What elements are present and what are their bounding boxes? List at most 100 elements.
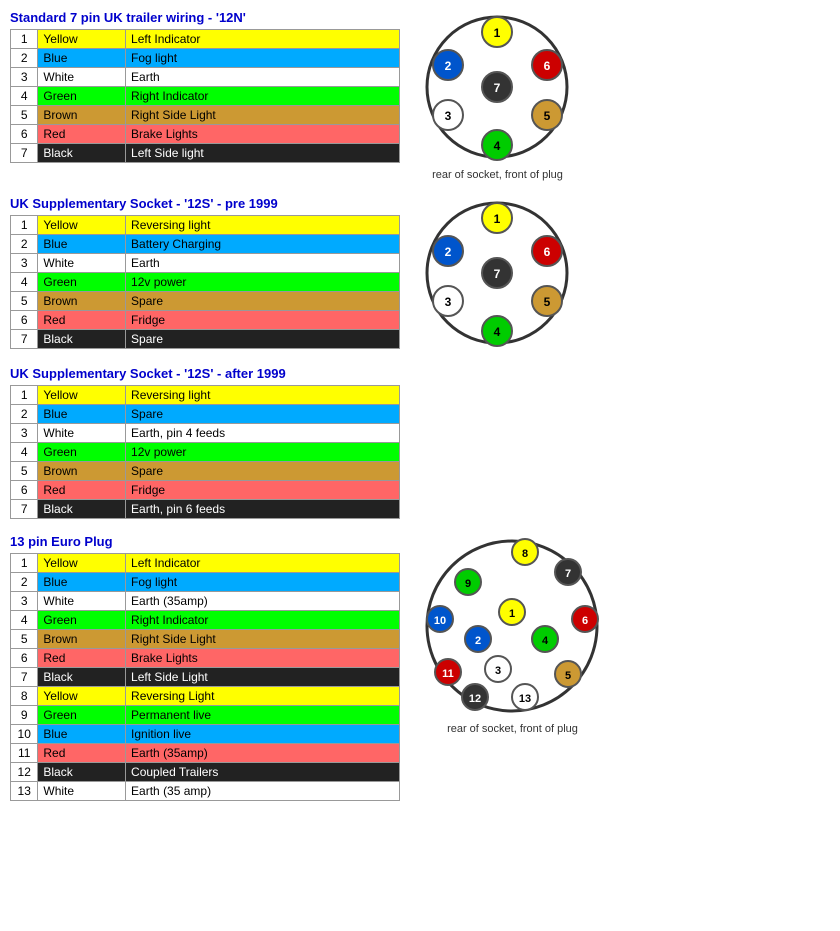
desc-cell: Earth, pin 6 feeds bbox=[126, 500, 400, 519]
table-row: 6RedFridge bbox=[11, 311, 400, 330]
svg-text:3: 3 bbox=[495, 665, 501, 677]
color-cell: Green bbox=[38, 706, 126, 725]
table-row: 4GreenRight Indicator bbox=[11, 87, 400, 106]
desc-cell: Spare bbox=[126, 405, 400, 424]
table-13pin: 1YellowLeft Indicator 2BlueFog light 3Wh… bbox=[10, 553, 400, 801]
desc-cell: Left Side Light bbox=[126, 668, 400, 687]
color-cell: Yellow bbox=[38, 386, 126, 405]
title-13pin: 13 pin Euro Plug bbox=[10, 534, 400, 549]
table-row: 5BrownSpare bbox=[11, 462, 400, 481]
desc-cell: Brake Lights bbox=[126, 125, 400, 144]
table-row: 9GreenPermanent live bbox=[11, 706, 400, 725]
desc-cell: Fog light bbox=[126, 573, 400, 592]
desc-cell: Ignition live bbox=[126, 725, 400, 744]
pin-num: 2 bbox=[11, 49, 38, 68]
pin-num: 7 bbox=[11, 668, 38, 687]
pin-num: 4 bbox=[11, 611, 38, 630]
table-row: 3WhiteEarth bbox=[11, 68, 400, 87]
color-cell: Blue bbox=[38, 49, 126, 68]
desc-cell: Brake Lights bbox=[126, 649, 400, 668]
svg-text:1: 1 bbox=[494, 26, 501, 40]
desc-cell: Earth, pin 4 feeds bbox=[126, 424, 400, 443]
svg-text:7: 7 bbox=[494, 81, 501, 95]
desc-cell: Right Side Light bbox=[126, 106, 400, 125]
pin-num: 3 bbox=[11, 592, 38, 611]
svg-text:2: 2 bbox=[445, 245, 452, 259]
pin-num: 12 bbox=[11, 763, 38, 782]
color-cell: Black bbox=[38, 144, 126, 163]
svg-text:5: 5 bbox=[544, 109, 551, 123]
table-12s-pre: 1YellowReversing light 2BlueBattery Char… bbox=[10, 215, 400, 349]
desc-cell: Left Indicator bbox=[126, 30, 400, 49]
color-cell: Black bbox=[38, 330, 126, 349]
table-row: 6RedBrake Lights bbox=[11, 125, 400, 144]
desc-cell: Battery Charging bbox=[126, 235, 400, 254]
desc-cell: Coupled Trailers bbox=[126, 763, 400, 782]
svg-text:5: 5 bbox=[565, 670, 571, 682]
table-12n: 1YellowLeft Indicator 2BlueFog light 3Wh… bbox=[10, 29, 400, 163]
diagram-label-13pin: rear of socket, front of plug bbox=[447, 723, 578, 735]
color-cell: Blue bbox=[38, 235, 126, 254]
pin-num: 7 bbox=[11, 144, 38, 163]
pin-num: 5 bbox=[11, 292, 38, 311]
table-row: 7BlackLeft Side light bbox=[11, 144, 400, 163]
svg-text:4: 4 bbox=[494, 325, 501, 339]
title-12n: Standard 7 pin UK trailer wiring - '12N' bbox=[10, 10, 400, 25]
table-row: 4Green12v power bbox=[11, 443, 400, 462]
pin-num: 3 bbox=[11, 254, 38, 273]
pin-num: 1 bbox=[11, 30, 38, 49]
color-cell: Blue bbox=[38, 725, 126, 744]
table-row: 4GreenRight Indicator bbox=[11, 611, 400, 630]
table-row: 7BlackLeft Side Light bbox=[11, 668, 400, 687]
diagram-7pin-12n: 1 2 6 7 3 5 4 rear of socket, f bbox=[420, 10, 575, 181]
color-cell: Yellow bbox=[38, 687, 126, 706]
desc-cell: Spare bbox=[126, 292, 400, 311]
color-cell: Brown bbox=[38, 462, 126, 481]
color-cell: White bbox=[38, 424, 126, 443]
table-wrap-12s-post: UK Supplementary Socket - '12S' - after … bbox=[10, 366, 400, 519]
desc-cell: Reversing Light bbox=[126, 687, 400, 706]
color-cell: White bbox=[38, 782, 126, 801]
pin-num: 1 bbox=[11, 386, 38, 405]
svg-text:1: 1 bbox=[509, 608, 515, 620]
svg-text:12: 12 bbox=[469, 693, 481, 705]
table-row: 7BlackSpare bbox=[11, 330, 400, 349]
desc-cell: 12v power bbox=[126, 443, 400, 462]
svg-text:3: 3 bbox=[445, 109, 452, 123]
desc-cell: Reversing light bbox=[126, 216, 400, 235]
table-row: 2BlueBattery Charging bbox=[11, 235, 400, 254]
color-cell: Brown bbox=[38, 106, 126, 125]
desc-cell: 12v power bbox=[126, 273, 400, 292]
diagram-7pin-12s: 1 2 6 7 3 5 4 bbox=[420, 196, 575, 351]
svg-text:1: 1 bbox=[494, 212, 501, 226]
desc-cell: Earth (35amp) bbox=[126, 592, 400, 611]
pin-num: 1 bbox=[11, 216, 38, 235]
svg-text:6: 6 bbox=[582, 615, 588, 627]
desc-cell: Left Side light bbox=[126, 144, 400, 163]
svg-text:8: 8 bbox=[522, 548, 528, 560]
section-12s-pre: UK Supplementary Socket - '12S' - pre 19… bbox=[10, 196, 830, 351]
svg-text:3: 3 bbox=[445, 295, 452, 309]
svg-text:9: 9 bbox=[465, 578, 471, 590]
diagram-label-12n: rear of socket, front of plug bbox=[432, 169, 563, 181]
desc-cell: Earth bbox=[126, 254, 400, 273]
section-12n: Standard 7 pin UK trailer wiring - '12N'… bbox=[10, 10, 830, 181]
pin-num: 7 bbox=[11, 330, 38, 349]
svg-text:4: 4 bbox=[494, 139, 501, 153]
table-row: 3WhiteEarth bbox=[11, 254, 400, 273]
color-cell: Blue bbox=[38, 405, 126, 424]
svg-text:13: 13 bbox=[519, 693, 531, 705]
table-row: 5BrownRight Side Light bbox=[11, 630, 400, 649]
color-cell: Green bbox=[38, 443, 126, 462]
color-cell: Yellow bbox=[38, 30, 126, 49]
desc-cell: Spare bbox=[126, 462, 400, 481]
pin-num: 5 bbox=[11, 462, 38, 481]
title-12s-post: UK Supplementary Socket - '12S' - after … bbox=[10, 366, 400, 381]
pin-num: 3 bbox=[11, 424, 38, 443]
pin-num: 5 bbox=[11, 630, 38, 649]
svg-text:2: 2 bbox=[445, 59, 452, 73]
color-cell: White bbox=[38, 592, 126, 611]
table-wrap-13pin: 13 pin Euro Plug 1YellowLeft Indicator 2… bbox=[10, 534, 400, 801]
color-cell: Red bbox=[38, 311, 126, 330]
table-wrap-12s-pre: UK Supplementary Socket - '12S' - pre 19… bbox=[10, 196, 400, 349]
